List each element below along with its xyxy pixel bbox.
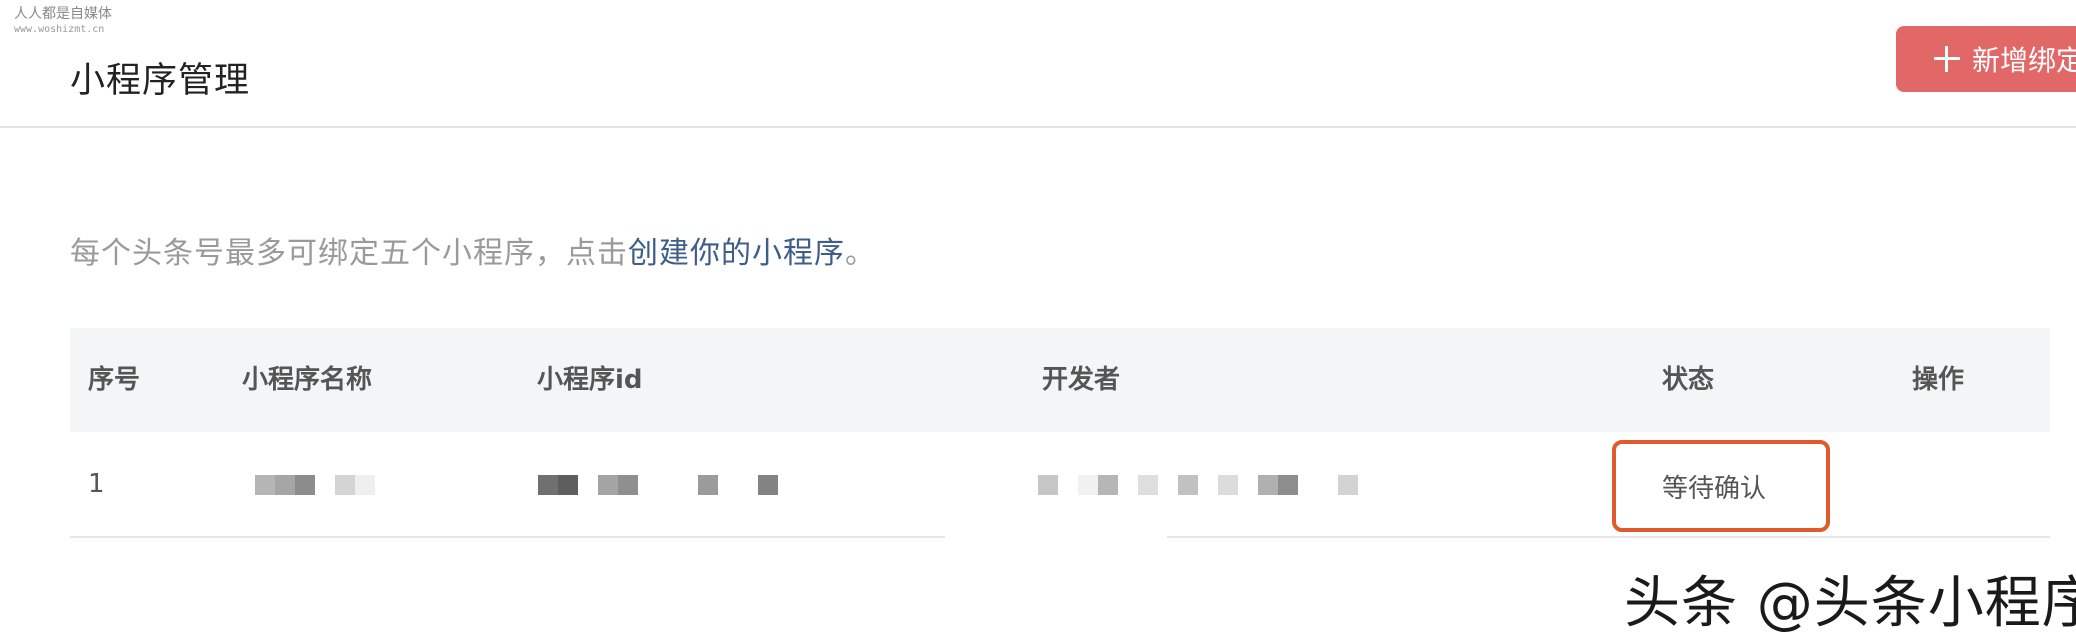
plus-icon — [1934, 46, 1960, 72]
redacted-developer — [1038, 475, 1368, 495]
mini-program-management-page: 人人都是自媒体 www.woshizmt.cn 小程序管理 新增绑定 每个头条号… — [0, 0, 2076, 640]
notice-text: 每个头条号最多可绑定五个小程序，点击 — [70, 236, 628, 271]
add-binding-label: 新增绑定 — [1972, 44, 2076, 77]
row-status: 等待确认 — [1662, 473, 1767, 504]
row-divider-gap — [945, 536, 1167, 542]
author-watermark: 头条 @头条小程序 — [1624, 571, 2076, 636]
column-header-name: 小程序名称 — [242, 365, 373, 395]
mini-program-table: 序号 小程序名称 小程序id 开发者 状态 操作 1 等待确认 — [70, 328, 2050, 538]
column-header-action: 操作 — [1912, 365, 1965, 395]
column-header-index: 序号 — [88, 365, 141, 395]
table-row: 1 等待确认 — [70, 432, 2050, 538]
site-watermark-url: www.woshizmt.cn — [14, 23, 105, 35]
notice-suffix: 。 — [845, 236, 876, 271]
create-mini-program-link[interactable]: 创建你的小程序 — [628, 236, 845, 271]
table-header: 序号 小程序名称 小程序id 开发者 状态 操作 — [70, 328, 2050, 432]
row-index: 1 — [88, 469, 105, 499]
redacted-app-id — [538, 475, 778, 495]
column-header-developer: 开发者 — [1042, 365, 1121, 395]
add-binding-button[interactable]: 新增绑定 — [1896, 26, 2076, 92]
site-watermark: 人人都是自媒体 www.woshizmt.cn — [14, 6, 112, 36]
site-watermark-name: 人人都是自媒体 — [14, 6, 112, 22]
status-pending-badge: 等待确认 — [1612, 440, 1830, 532]
binding-limit-notice: 每个头条号最多可绑定五个小程序，点击创建你的小程序。 — [70, 228, 876, 272]
page-title: 小程序管理 — [70, 61, 251, 101]
column-header-status: 状态 — [1662, 365, 1715, 395]
header-divider — [0, 126, 2076, 128]
redacted-name — [255, 475, 385, 495]
column-header-app-id: 小程序id — [537, 365, 643, 395]
